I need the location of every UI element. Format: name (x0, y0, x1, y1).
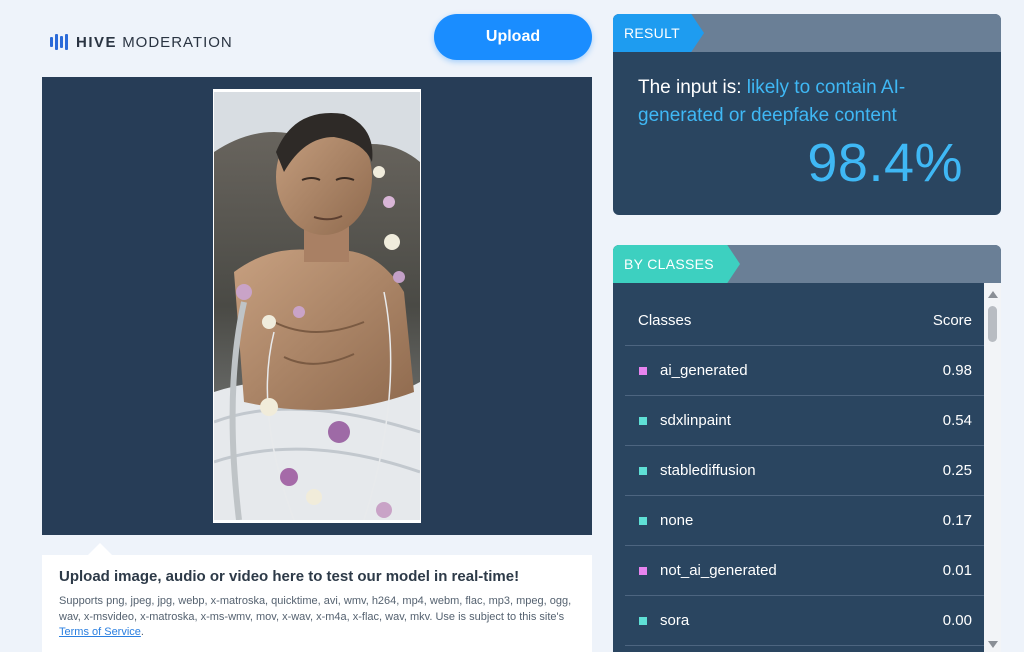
class-color-swatch (639, 367, 647, 375)
classes-table-header: Classes Score (625, 283, 984, 346)
class-score: 0.54 (942, 412, 972, 429)
media-preview-panel (42, 77, 592, 535)
logo-bold: HIVE (76, 33, 118, 51)
class-score: 0.98 (942, 362, 972, 379)
class-color-swatch (639, 417, 647, 425)
hive-logo[interactable]: HIVE MODERATION (50, 33, 233, 51)
class-score: 0.17 (942, 512, 972, 529)
uploaded-image-illustration (214, 92, 420, 520)
hive-logo-icon (50, 33, 68, 51)
score-column-header: Score (932, 312, 972, 329)
logo-light: MODERATION (122, 33, 233, 51)
class-row: stablediffusion 0.25 (625, 446, 984, 496)
info-pointer (88, 543, 112, 555)
upload-info-box: Upload image, audio or video here to tes… (42, 555, 592, 652)
upload-info-title: Upload image, audio or video here to tes… (59, 568, 520, 585)
class-name: sdxlinpaint (660, 412, 731, 429)
result-tag: RESULT (613, 14, 704, 52)
class-score: 0.00 (942, 612, 972, 629)
class-color-swatch (639, 567, 647, 575)
class-name: ai_generated (660, 362, 748, 379)
class-row: sdxlinpaint 0.54 (625, 396, 984, 446)
terms-of-service-link[interactable]: Terms of Service (59, 626, 141, 638)
result-percentage: 98.4% (807, 133, 963, 193)
class-row: not_ai_generated 0.01 (625, 546, 984, 596)
upload-info-description: Supports png, jpeg, jpg, webp, x-matrosk… (59, 594, 584, 641)
logo-text: HIVE MODERATION (76, 34, 233, 51)
classes-table: Classes Score ai_generated 0.98 sdxlinpain… (625, 283, 984, 646)
scroll-down-arrow-icon[interactable] (988, 641, 998, 648)
result-prefix: The input is: (638, 77, 747, 98)
class-color-swatch (639, 467, 647, 475)
class-color-swatch (639, 517, 647, 525)
class-name: stablediffusion (660, 462, 756, 479)
class-score: 0.25 (942, 462, 972, 479)
class-color-swatch (639, 617, 647, 625)
class-name: not_ai_generated (660, 562, 777, 579)
description-suffix: . (140, 626, 144, 638)
upload-button[interactable]: Upload (434, 14, 592, 60)
classes-card: BY CLASSES Classes Score ai_generated 0.9… (613, 245, 1001, 652)
scrollbar-thumb[interactable] (988, 306, 997, 342)
class-row: ai_generated 0.98 (625, 346, 984, 396)
classes-column-header: Classes (638, 312, 692, 329)
classes-scrollbar[interactable] (984, 283, 1001, 652)
supported-formats-text: Supports png, jpeg, jpg, webp, x-matrosk… (59, 595, 572, 623)
result-statement: The input is: likely to contain AI-gener… (638, 74, 978, 130)
uploaded-image (213, 89, 421, 523)
classes-rows: ai_generated 0.98 sdxlinpaint 0.54 stabledif… (625, 346, 984, 646)
scroll-up-arrow-icon[interactable] (988, 291, 998, 298)
class-name: sora (660, 612, 690, 629)
result-card: RESULT The input is: likely to contain A… (613, 14, 1001, 215)
class-score: 0.01 (942, 562, 972, 579)
class-row: none 0.17 (625, 496, 984, 546)
class-name: none (660, 512, 694, 529)
by-classes-tag: BY CLASSES (613, 245, 740, 283)
class-row: sora 0.00 (625, 596, 984, 646)
